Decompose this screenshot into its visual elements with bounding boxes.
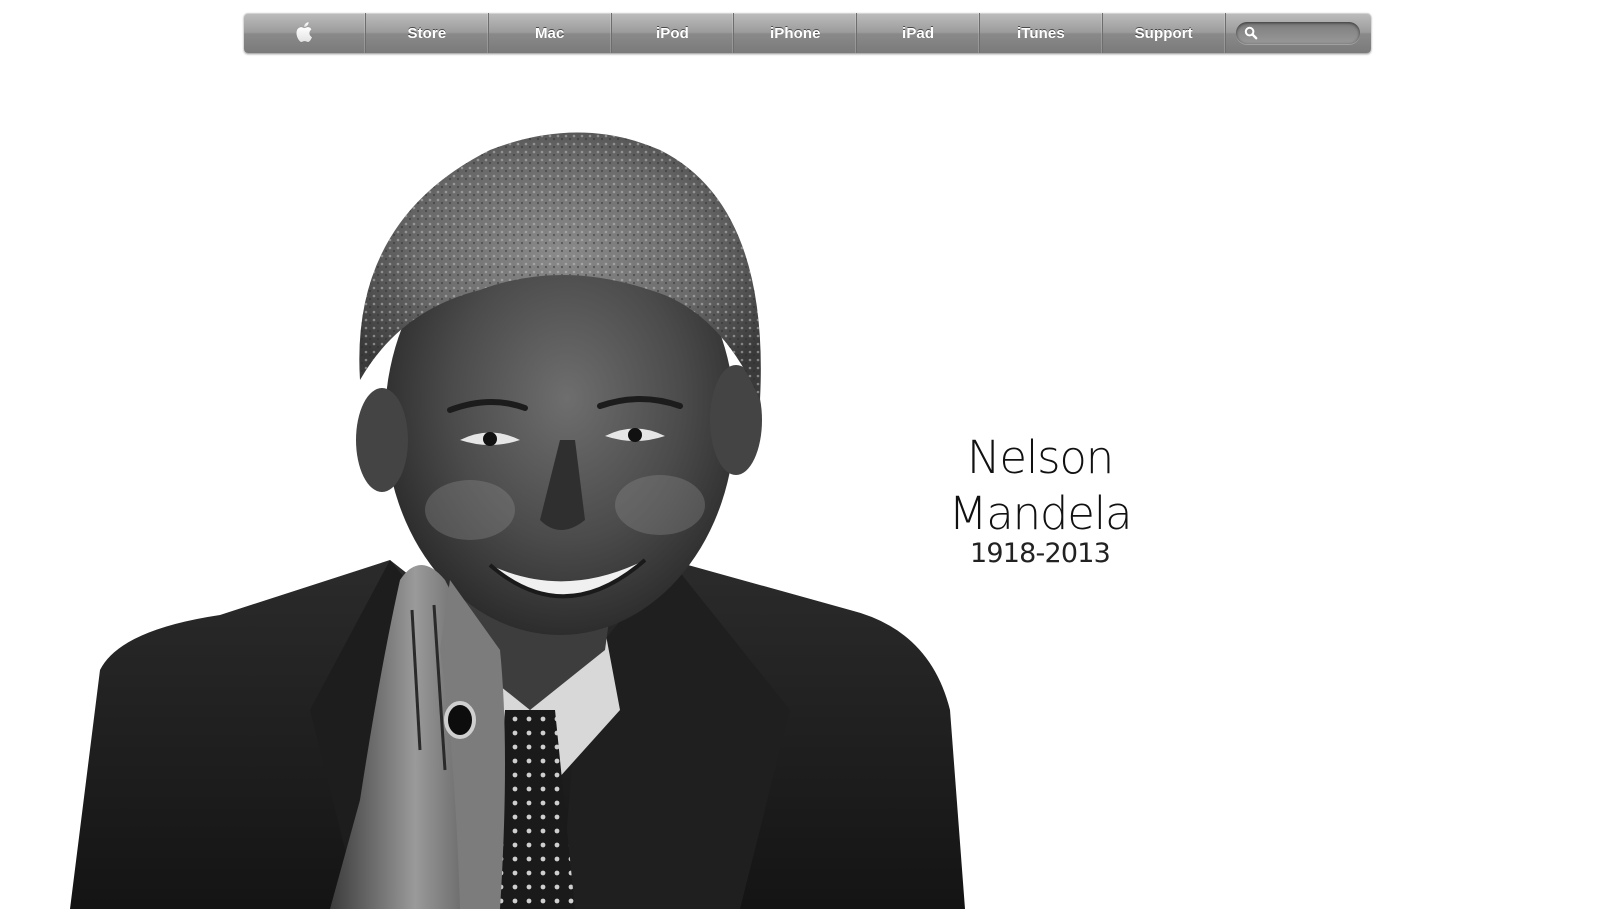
nav-item-ipad[interactable]: iPad	[857, 13, 980, 53]
hero-dates: 1918-2013	[970, 538, 1111, 569]
nav-item-iphone[interactable]: iPhone	[734, 13, 858, 53]
nav-search	[1226, 13, 1371, 53]
nav-item-support[interactable]: Support	[1103, 13, 1226, 53]
page: Store Mac iPod iPhone iPad iTunes Suppor…	[0, 0, 1600, 909]
search-field[interactable]	[1236, 22, 1361, 44]
nav-item-store[interactable]: Store	[366, 13, 489, 53]
nav-item-mac[interactable]: Mac	[489, 13, 612, 53]
global-nav: Store Mac iPod iPhone iPad iTunes Suppor…	[244, 13, 1371, 53]
search-icon	[1245, 26, 1258, 40]
hero-name: Nelson Mandela	[948, 431, 1133, 540]
hero-portrait-image	[70, 132, 965, 909]
search-input[interactable]	[1262, 24, 1355, 42]
nav-item-apple[interactable]	[244, 13, 366, 53]
nav-item-ipod[interactable]: iPod	[612, 13, 735, 53]
nav-item-itunes[interactable]: iTunes	[980, 13, 1103, 53]
hero-caption: Nelson Mandela 1918-2013	[880, 430, 1200, 570]
apple-logo-icon	[295, 22, 313, 43]
